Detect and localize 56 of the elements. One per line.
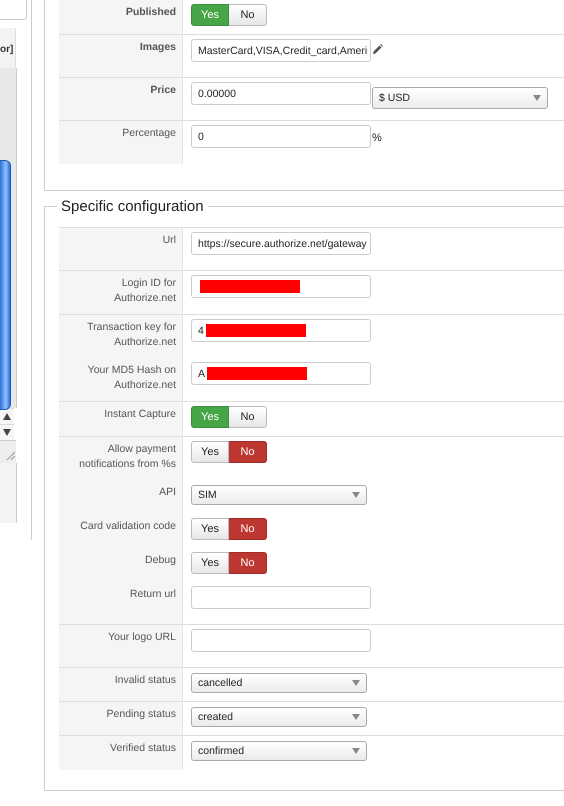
field-label: Debug bbox=[145, 553, 176, 568]
field-label: Percentage bbox=[122, 126, 176, 141]
field-label: Invalid status bbox=[114, 673, 176, 688]
caret-icon bbox=[352, 714, 360, 720]
input-field[interactable] bbox=[191, 275, 371, 298]
field-label: Pending status bbox=[106, 707, 176, 722]
resize-grip-icon[interactable] bbox=[6, 451, 15, 460]
field-label: Your logo URL bbox=[108, 630, 176, 645]
unit-label: % bbox=[372, 132, 382, 144]
scroll-up-button[interactable] bbox=[0, 408, 14, 424]
caret-icon bbox=[352, 748, 360, 754]
field-label: Published bbox=[126, 5, 176, 20]
scrollbar-thumb[interactable] bbox=[0, 160, 11, 410]
dropdown[interactable]: confirmed bbox=[191, 741, 367, 761]
down-arrow-icon bbox=[3, 429, 11, 436]
input-field[interactable]: https://secure.authorize.net/gateway bbox=[191, 232, 371, 255]
field-label: Verified status bbox=[110, 741, 176, 756]
field-label: Return url bbox=[130, 587, 176, 602]
toggle-button[interactable]: No bbox=[229, 441, 267, 463]
toggle-button[interactable]: No bbox=[229, 518, 267, 540]
field-label: Url bbox=[162, 233, 176, 248]
input-field[interactable] bbox=[0, 0, 27, 20]
field-label: Instant Capture bbox=[104, 407, 176, 422]
pencil-icon[interactable] bbox=[372, 44, 383, 55]
input-field[interactable]: A bbox=[191, 362, 371, 385]
input-field[interactable]: 0 bbox=[191, 125, 371, 148]
toggle-button[interactable]: Yes bbox=[191, 552, 229, 574]
caret-icon bbox=[533, 95, 541, 101]
section-title: Specific configuration bbox=[57, 198, 208, 216]
input-field[interactable] bbox=[191, 629, 371, 652]
input-field[interactable]: MasterCard,VISA,Credit_card,Ameri bbox=[191, 39, 371, 62]
field-label: Images bbox=[140, 40, 176, 55]
field-label: Your MD5 Hash on Authorize.net bbox=[86, 363, 176, 393]
dropdown[interactable]: SIM bbox=[191, 485, 367, 505]
dropdown[interactable]: $ USD bbox=[372, 87, 548, 109]
input-field[interactable]: 0.00000 bbox=[191, 82, 371, 105]
caret-icon bbox=[352, 492, 360, 498]
toggle-button[interactable]: No bbox=[229, 552, 267, 574]
dropdown[interactable]: cancelled bbox=[191, 673, 367, 693]
toggle-button[interactable]: Yes bbox=[191, 518, 229, 540]
toggle-button[interactable]: No bbox=[229, 4, 267, 26]
dropdown[interactable]: created bbox=[191, 707, 367, 727]
header-text: or] bbox=[0, 44, 14, 55]
field-label: API bbox=[159, 485, 176, 500]
up-arrow-icon bbox=[3, 413, 11, 420]
field-label: Price bbox=[150, 83, 176, 98]
input-field[interactable]: 4 bbox=[191, 319, 371, 342]
input-field[interactable] bbox=[191, 586, 371, 609]
field-label: Allow payment notifications from %s bbox=[78, 442, 176, 472]
scroll-down-button[interactable] bbox=[0, 424, 14, 440]
toggle-button[interactable]: No bbox=[229, 406, 267, 428]
caret-icon bbox=[352, 680, 360, 686]
toggle-button[interactable]: Yes bbox=[191, 441, 229, 463]
field-label: Transaction key for Authorize.net bbox=[86, 320, 176, 350]
field-label: Card validation code bbox=[80, 519, 176, 534]
field-label: Login ID for Authorize.net bbox=[113, 276, 176, 306]
